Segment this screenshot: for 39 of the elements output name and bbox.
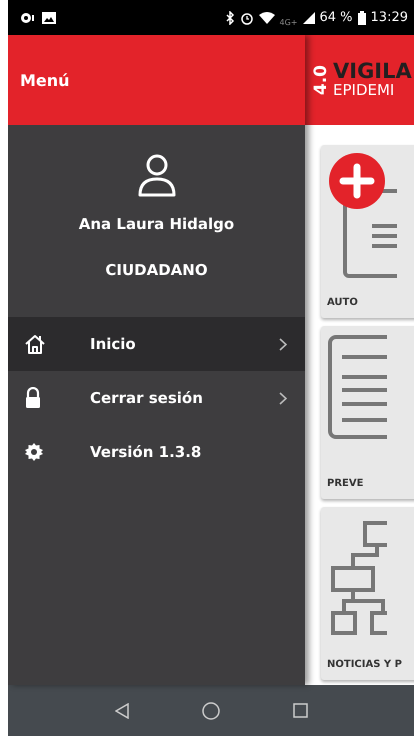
menu-label: Inicio <box>90 335 137 353</box>
battery-icon <box>358 10 366 24</box>
drawer-title: Menú <box>20 70 70 90</box>
menu-item[interactable]: Inicio <box>8 317 305 371</box>
card-label: PREVE <box>327 478 364 489</box>
settings-icon <box>24 442 44 462</box>
house-icon <box>24 333 46 355</box>
menu-label: Cerrar sesión <box>90 389 204 407</box>
menu-item[interactable]: Cerrar sesión <box>8 371 305 425</box>
card-label: AUTO <box>327 297 358 308</box>
menu-card[interactable]: AUTO <box>321 145 414 318</box>
logo-title: VIGILA <box>333 61 412 82</box>
menu-card[interactable]: NOTICIAS Y P <box>321 507 414 680</box>
wifi-icon <box>258 12 274 24</box>
menu-card[interactable]: PREVE <box>321 326 414 499</box>
user-name: Ana Laura Hidalgo <box>78 215 234 233</box>
home-icon[interactable] <box>202 702 220 720</box>
plus-document-icon <box>327 151 397 281</box>
user-role: CIUDADANO <box>105 261 208 279</box>
image-icon <box>42 12 56 24</box>
document-icon <box>327 332 387 442</box>
logo-number: 4.0 <box>313 64 330 96</box>
alarm-icon <box>240 10 254 24</box>
menu-label: Versión 1.3.8 <box>90 443 202 461</box>
back-icon[interactable] <box>114 702 128 718</box>
signal-icon <box>302 12 314 24</box>
user-icon <box>136 153 176 197</box>
chevron-icon <box>279 338 287 350</box>
notification-icon <box>20 12 34 24</box>
menu-item[interactable]: Versión 1.3.8 <box>8 425 305 479</box>
battery-percent: 64 % <box>320 10 353 25</box>
logo-subtitle: EPIDEMI <box>333 82 396 99</box>
card-label: NOTICIAS Y P <box>327 659 402 670</box>
lock-icon <box>24 387 42 409</box>
chevron-icon <box>279 392 287 404</box>
bluetooth-icon <box>226 10 234 24</box>
clock: 13:29 <box>370 10 408 25</box>
recent-apps-icon[interactable] <box>292 703 308 718</box>
network-label: 4G+ <box>280 18 298 26</box>
